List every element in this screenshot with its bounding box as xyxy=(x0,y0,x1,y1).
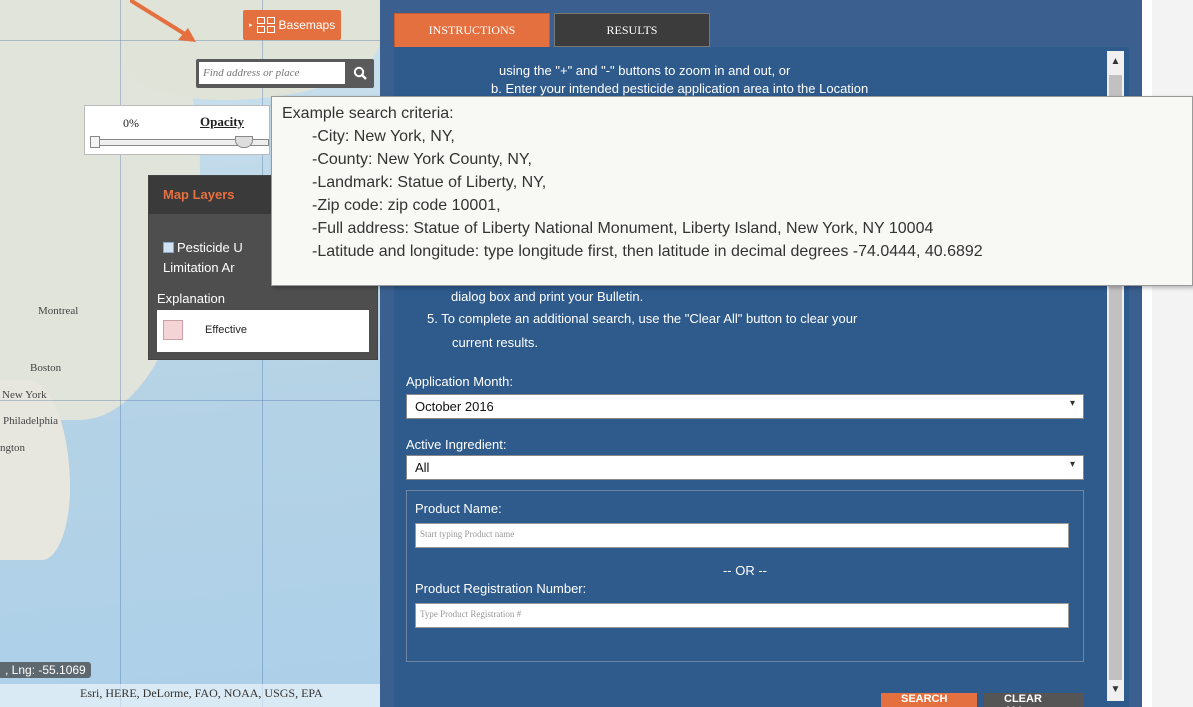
application-month-select[interactable]: October 2016 ▾ xyxy=(406,394,1084,419)
instruction-line: 5. To complete an additional search, use… xyxy=(427,311,858,326)
tooltip-title: Example search criteria: xyxy=(282,105,454,122)
tab-instructions[interactable]: INSTRUCTIONS xyxy=(394,13,550,47)
basemaps-label: Basemaps xyxy=(278,18,336,32)
tooltip-item: -City: New York, NY, xyxy=(312,128,455,145)
map-label-place: ngton xyxy=(0,442,26,454)
instruction-line: b. Enter your intended pesticide applica… xyxy=(491,81,869,96)
instruction-line: dialog box and print your Bulletin. xyxy=(451,289,644,304)
application-month-value: October 2016 xyxy=(415,399,494,414)
scroll-down-icon[interactable]: ▼ xyxy=(1107,681,1124,699)
instruction-line: current results. xyxy=(452,335,538,350)
tooltip-item: -Landmark: Statue of Liberty, NY, xyxy=(312,174,547,191)
tooltip-item: -Full address: Statue of Liberty Nationa… xyxy=(312,220,934,237)
active-ingredient-label: Active Ingredient: xyxy=(406,437,507,452)
opacity-title: Opacity xyxy=(200,114,245,129)
map-label-place: New York xyxy=(2,389,47,401)
registration-number-label: Product Registration Number: xyxy=(415,581,587,596)
registration-number-input[interactable]: Type Product Registration # xyxy=(415,603,1069,628)
map-attribution: Esri, HERE, DeLorme, FAO, NOAA, USGS, EP… xyxy=(0,684,380,707)
active-ingredient-value: All xyxy=(415,460,430,475)
checkbox-checked-icon[interactable] xyxy=(163,242,174,253)
tooltip-item: -Zip code: zip code 10001, xyxy=(312,197,501,214)
search-submit-button[interactable]: SEARCH xyxy=(881,693,977,707)
legend-label: Effective xyxy=(205,324,247,336)
map-label-place: Montreal xyxy=(38,305,79,317)
chevron-down-icon: ▾ xyxy=(1069,398,1075,409)
tooltip-item: -County: New York County, NY, xyxy=(312,151,532,168)
layer-name: Pesticide U xyxy=(177,240,243,255)
map-label-place: Boston xyxy=(30,362,62,374)
product-filter-box: Product Name: Start typing Product name … xyxy=(406,490,1084,662)
product-name-input[interactable]: Start typing Product name xyxy=(415,523,1069,548)
basemaps-button[interactable]: ▸ Basemaps xyxy=(243,10,342,40)
instruction-line: using the "+" and "-" buttons to zoom in… xyxy=(499,63,791,78)
caret-right-icon: ▸ xyxy=(249,22,253,29)
opacity-slider-thumb[interactable] xyxy=(235,136,253,148)
explanation-heading: Explanation xyxy=(157,291,225,306)
tooltip-item: -Latitude and longitude: type longitude … xyxy=(312,243,983,260)
layer-toggle[interactable]: Pesticide U Limitation Ar xyxy=(163,238,283,278)
search-icon xyxy=(353,66,367,80)
search-help-tooltip: Example search criteria: -City: New York… xyxy=(271,96,1193,286)
slider-decrement-button[interactable] xyxy=(90,136,100,148)
tab-results[interactable]: RESULTS xyxy=(554,13,710,47)
chevron-down-icon: ▾ xyxy=(1069,459,1075,470)
map-coordinates: , Lng: -55.1069 xyxy=(0,662,91,678)
app-root: Montreal Boston New York Philadelphia ng… xyxy=(0,0,1193,707)
address-search-input[interactable] xyxy=(199,62,345,84)
opacity-min-label: 0% xyxy=(123,116,139,130)
pointer-arrow-icon xyxy=(130,0,196,42)
layer-name-continued: Limitation Ar xyxy=(163,260,235,275)
or-divider: -- OR -- xyxy=(722,563,768,578)
application-month-label: Application Month: xyxy=(406,374,513,389)
address-search xyxy=(196,59,374,88)
map-layers-title: Map Layers xyxy=(149,176,271,214)
opacity-control: 0% Opacity xyxy=(84,105,270,155)
search-button[interactable] xyxy=(349,62,371,84)
legend-swatch xyxy=(163,320,183,340)
map-label-place: Philadelphia xyxy=(3,415,58,427)
graticule-line xyxy=(0,400,380,401)
product-name-label: Product Name: xyxy=(415,501,502,516)
grid-icon xyxy=(256,17,275,33)
legend: Effective xyxy=(157,310,369,352)
scroll-up-icon[interactable]: ▲ xyxy=(1107,53,1124,71)
active-ingredient-select[interactable]: All ▾ xyxy=(406,455,1084,480)
clear-all-button[interactable]: CLEAR ALL xyxy=(984,693,1084,707)
